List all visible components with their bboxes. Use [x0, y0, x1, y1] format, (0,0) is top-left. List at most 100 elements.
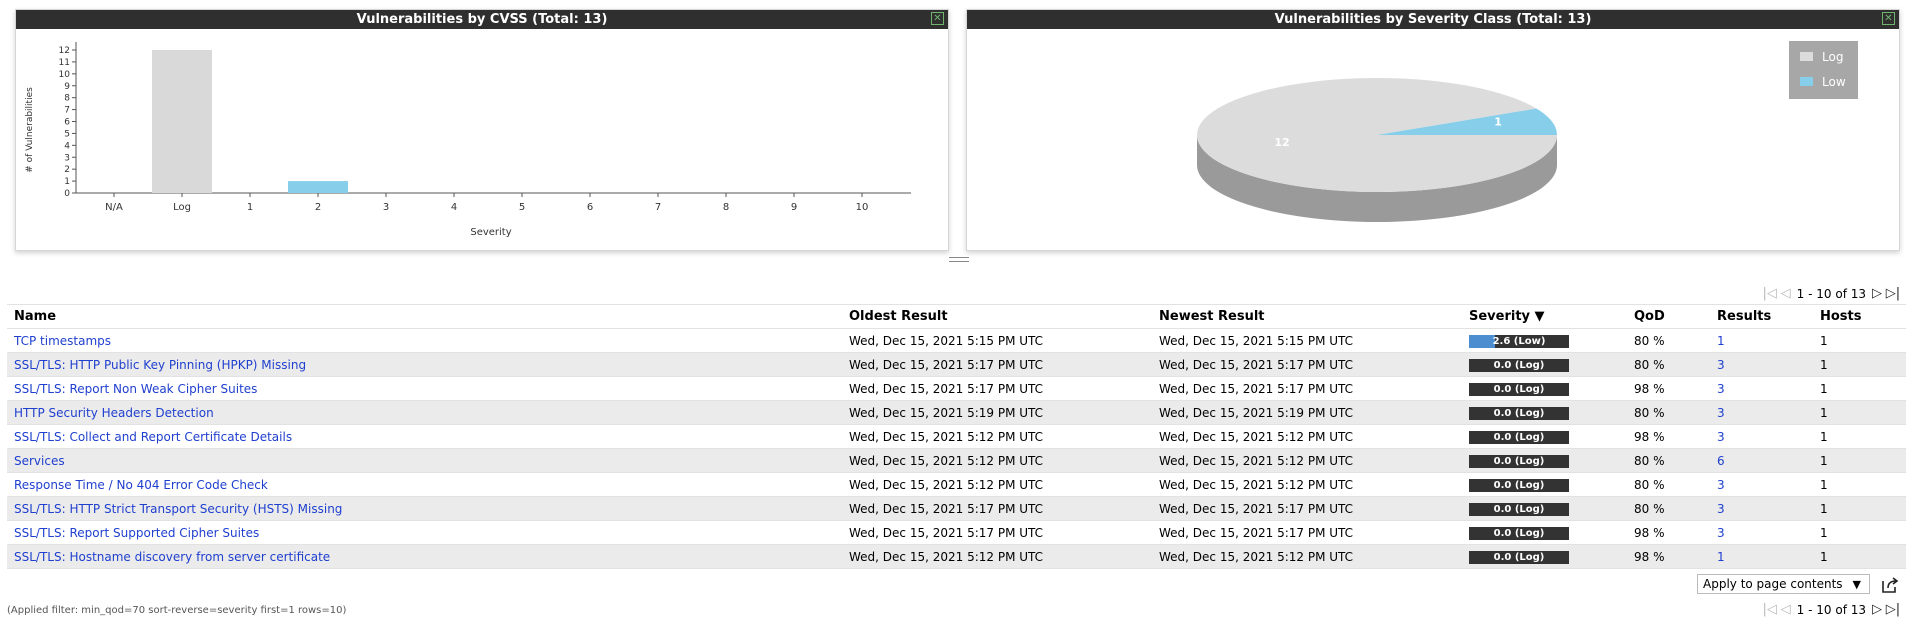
table-row[interactable]: Services Wed, Dec 15, 2021 5:12 PM UTC Wed…	[7, 448, 1906, 473]
table-row[interactable]: SSL/TLS: Collect and Report Certificate …	[7, 424, 1906, 449]
legend-swatch	[1800, 52, 1813, 61]
results-link[interactable]: 1	[1717, 550, 1725, 564]
results-link[interactable]: 3	[1717, 502, 1725, 516]
vulnerability-link[interactable]: Services	[14, 454, 65, 468]
column-header-severity[interactable]: Severity ▼	[1462, 304, 1627, 329]
cell-name: Response Time / No 404 Error Code Check	[7, 472, 842, 497]
x-tick-label: 8	[723, 202, 729, 213]
cell-oldest: Wed, Dec 15, 2021 5:12 PM UTC	[842, 424, 1152, 449]
cell-hosts: 1	[1813, 352, 1906, 377]
table-row[interactable]: HTTP Security Headers Detection Wed, Dec …	[7, 400, 1906, 425]
vulnerability-link[interactable]: SSL/TLS: Report Supported Cipher Suites	[14, 526, 259, 540]
column-header-name[interactable]: Name	[7, 304, 842, 329]
export-icon[interactable]	[1880, 575, 1900, 595]
cell-severity: 0.0 (Log)	[1462, 376, 1627, 401]
column-header-oldest[interactable]: Oldest Result	[842, 304, 1152, 329]
cell-results: 3	[1710, 496, 1813, 521]
vulnerability-link[interactable]: SSL/TLS: Hostname discovery from server …	[14, 550, 330, 564]
cell-newest: Wed, Dec 15, 2021 5:12 PM UTC	[1152, 448, 1462, 473]
resize-handle[interactable]	[949, 257, 969, 262]
column-header-qod[interactable]: QoD	[1627, 304, 1710, 329]
severity-bar-label: 0.0 (Log)	[1493, 431, 1545, 443]
cell-qod: 80 %	[1627, 400, 1710, 425]
x-axis-label: Severity	[470, 227, 511, 238]
x-tick-label: 6	[587, 202, 593, 213]
cell-newest: Wed, Dec 15, 2021 5:17 PM UTC	[1152, 520, 1462, 545]
table-header-row: Name Oldest Result Newest Result Severit…	[7, 304, 1906, 329]
cell-hosts: 1	[1813, 376, 1906, 401]
pie-slice-label: 12	[1274, 136, 1289, 149]
close-icon[interactable]: ✕	[1882, 12, 1895, 25]
table-row[interactable]: TCP timestamps Wed, Dec 15, 2021 5:15 PM …	[7, 328, 1906, 353]
table-row[interactable]: SSL/TLS: HTTP Public Key Pinning (HPKP) …	[7, 352, 1906, 377]
previous-page-icon[interactable]: ◁	[1778, 286, 1794, 302]
severity-bar-label: 0.0 (Log)	[1493, 527, 1545, 539]
results-link[interactable]: 3	[1717, 478, 1725, 492]
results-link[interactable]: 3	[1717, 406, 1725, 420]
results-link[interactable]: 3	[1717, 430, 1725, 444]
y-tick-label: 9	[64, 82, 70, 92]
cell-hosts: 1	[1813, 472, 1906, 497]
cell-hosts: 1	[1813, 496, 1906, 521]
table-row[interactable]: Response Time / No 404 Error Code Check W…	[7, 472, 1906, 497]
cell-qod: 80 %	[1627, 328, 1710, 353]
vulnerability-link[interactable]: SSL/TLS: HTTP Public Key Pinning (HPKP) …	[14, 358, 306, 372]
severity-bar-label: 0.0 (Log)	[1493, 503, 1545, 515]
severity-bar-label: 0.0 (Log)	[1493, 455, 1545, 467]
x-tick-label: 1	[247, 202, 253, 213]
cell-results: 3	[1710, 472, 1813, 497]
column-header-hosts[interactable]: Hosts	[1813, 304, 1906, 329]
severity-bar: 0.0 (Log)	[1469, 526, 1569, 540]
cvss-bar-chart: 0123456789101112N/A Log 1 2 3 4 5 6 7 8 9 10Severit…	[25, 42, 911, 238]
cell-name: SSL/TLS: Report Supported Cipher Suites	[7, 520, 842, 545]
x-tick-label: 3	[383, 202, 389, 213]
x-tick-label: 5	[519, 202, 525, 213]
severity-bar: 0.0 (Log)	[1469, 478, 1569, 492]
vulnerability-link[interactable]: SSL/TLS: Report Non Weak Cipher Suites	[14, 382, 257, 396]
cell-hosts: 1	[1813, 520, 1906, 545]
cvss-panel-title-text: Vulnerabilities by CVSS (Total: 13)	[356, 12, 608, 27]
results-link[interactable]: 3	[1717, 358, 1725, 372]
table-row[interactable]: SSL/TLS: HTTP Strict Transport Security …	[7, 496, 1906, 521]
severity-bar-label: 0.0 (Log)	[1493, 359, 1545, 371]
first-page-icon[interactable]: |◁	[1762, 602, 1778, 618]
vulnerability-link[interactable]: SSL/TLS: HTTP Strict Transport Security …	[14, 502, 342, 516]
x-tick-label: 9	[791, 202, 797, 213]
y-tick-label: 5	[64, 129, 70, 139]
results-link[interactable]: 1	[1717, 334, 1725, 348]
close-icon[interactable]: ✕	[931, 12, 944, 25]
vulnerability-link[interactable]: SSL/TLS: Collect and Report Certificate …	[14, 430, 292, 444]
column-header-newest[interactable]: Newest Result	[1152, 304, 1462, 329]
vulnerability-link[interactable]: TCP timestamps	[14, 334, 111, 348]
cell-name: SSL/TLS: HTTP Public Key Pinning (HPKP) …	[7, 352, 842, 377]
pie-slice-label: 1	[1494, 115, 1502, 128]
vulnerability-link[interactable]: HTTP Security Headers Detection	[14, 406, 214, 420]
cell-oldest: Wed, Dec 15, 2021 5:17 PM UTC	[842, 496, 1152, 521]
cell-oldest: Wed, Dec 15, 2021 5:12 PM UTC	[842, 472, 1152, 497]
column-header-results[interactable]: Results	[1710, 304, 1813, 329]
cell-results: 1	[1710, 544, 1813, 569]
last-page-icon[interactable]: ▷|	[1885, 602, 1901, 618]
apply-to-select[interactable]: Apply to page contents ▼	[1697, 574, 1870, 594]
x-tick-label: Log	[173, 202, 191, 213]
cvss-panel-title: Vulnerabilities by CVSS (Total: 13) ✕	[16, 10, 948, 29]
next-page-icon[interactable]: ▷	[1869, 602, 1885, 618]
previous-page-icon[interactable]: ◁	[1778, 602, 1794, 618]
cell-results: 3	[1710, 352, 1813, 377]
results-link[interactable]: 3	[1717, 382, 1725, 396]
cell-name: SSL/TLS: Hostname discovery from server …	[7, 544, 842, 569]
cell-oldest: Wed, Dec 15, 2021 5:12 PM UTC	[842, 544, 1152, 569]
results-link[interactable]: 3	[1717, 526, 1725, 540]
next-page-icon[interactable]: ▷	[1869, 286, 1885, 302]
cell-newest: Wed, Dec 15, 2021 5:12 PM UTC	[1152, 544, 1462, 569]
table-row[interactable]: SSL/TLS: Report Non Weak Cipher Suites We…	[7, 376, 1906, 401]
vulnerability-link[interactable]: Response Time / No 404 Error Code Check	[14, 478, 268, 492]
results-link[interactable]: 6	[1717, 454, 1725, 468]
table-row[interactable]: SSL/TLS: Report Supported Cipher Suites W…	[7, 520, 1906, 545]
last-page-icon[interactable]: ▷|	[1885, 286, 1901, 302]
first-page-icon[interactable]: |◁	[1762, 286, 1778, 302]
table-row[interactable]: SSL/TLS: Hostname discovery from server …	[7, 544, 1906, 569]
cell-newest: Wed, Dec 15, 2021 5:12 PM UTC	[1152, 472, 1462, 497]
cell-results: 3	[1710, 424, 1813, 449]
y-tick-label: 12	[59, 46, 70, 56]
